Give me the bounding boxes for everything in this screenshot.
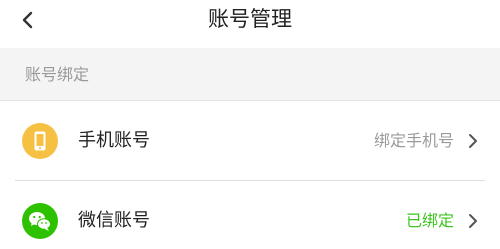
section-header-label: 账号绑定 [25, 65, 90, 84]
chevron-right-icon [464, 132, 482, 150]
phone-bind-status: 绑定手机号 [373, 131, 454, 150]
page-title: 账号管理 [208, 7, 292, 31]
chevron-right-icon [464, 212, 482, 230]
wechat-account-label: 微信账号 [78, 210, 150, 231]
section-header: 账号绑定 [0, 48, 500, 101]
nav-bar: 账号管理 [0, 0, 500, 48]
phone-account-row[interactable]: 手机账号 绑定手机号 [0, 101, 500, 181]
wechat-icon [22, 203, 58, 239]
wechat-account-row[interactable]: 微信账号 已绑定 [0, 181, 500, 249]
phone-account-label: 手机账号 [78, 130, 150, 151]
wechat-bind-status: 已绑定 [405, 211, 454, 230]
account-management-screen: 账号管理 账号绑定 手机账号 绑定手机号 微信账号 已绑定 [0, 0, 500, 249]
phone-icon [22, 123, 58, 159]
